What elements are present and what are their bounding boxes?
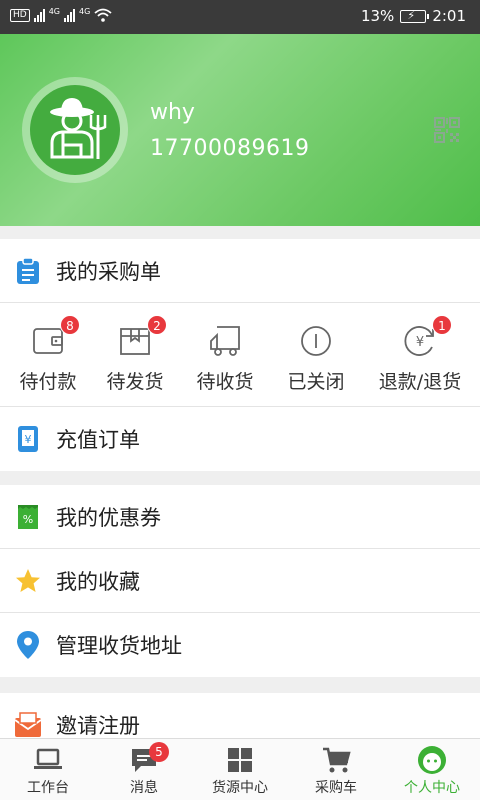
grid-icon bbox=[225, 745, 255, 775]
order-status-bar: 8 待付款 2 待发货 待收货 已关闭 ¥ 1 退款/退货 bbox=[0, 303, 480, 407]
battery-icon: ⚡ bbox=[400, 9, 430, 23]
svg-text:¥: ¥ bbox=[416, 335, 424, 350]
qr-code-icon[interactable] bbox=[433, 116, 461, 144]
order-refund[interactable]: ¥ 1 退款/退货 bbox=[372, 315, 468, 394]
order-label: 已关闭 bbox=[287, 371, 345, 393]
nav-label: 货源中心 bbox=[212, 780, 268, 796]
nav-messages[interactable]: 5 消息 bbox=[96, 742, 192, 797]
order-label: 待发货 bbox=[106, 371, 164, 393]
nav-profile[interactable]: 个人中心 bbox=[384, 745, 480, 797]
order-pending-payment[interactable]: 8 待付款 bbox=[0, 315, 96, 394]
signal-icon-2 bbox=[64, 8, 75, 22]
invite-register-row[interactable]: 邀请注册 bbox=[0, 693, 480, 738]
network-label-1: 4G bbox=[48, 6, 60, 16]
order-pending-receipt[interactable]: 待收货 bbox=[177, 323, 273, 394]
badge-pending-payment: 8 bbox=[60, 315, 80, 335]
badge-refund: 1 bbox=[432, 315, 452, 335]
status-right: 13% ⚡ 2:01 bbox=[361, 7, 466, 25]
signal-icon bbox=[33, 8, 45, 22]
svg-text:¥: ¥ bbox=[25, 433, 32, 446]
order-label: 待付款 bbox=[19, 371, 77, 393]
invite-section: 邀请注册 bbox=[0, 693, 480, 738]
nav-label: 个人中心 bbox=[404, 780, 460, 796]
order-label: 待收货 bbox=[196, 371, 254, 393]
badge-pending-shipment: 2 bbox=[147, 315, 167, 335]
recharge-phone-icon: ¥ bbox=[14, 425, 42, 453]
nav-cart[interactable]: 采购车 bbox=[288, 745, 384, 797]
order-label: 退款/退货 bbox=[378, 371, 462, 393]
coupon-icon: % bbox=[14, 503, 42, 531]
status-left: HD 4G 4G bbox=[10, 6, 112, 22]
recharge-orders-row[interactable]: ¥ 充值订单 bbox=[0, 407, 480, 471]
phone-number: 17700089619 bbox=[150, 136, 310, 161]
nav-supply-center[interactable]: 货源中心 bbox=[192, 745, 288, 797]
recharge-title: 充值订单 bbox=[56, 428, 140, 452]
laptop-icon bbox=[33, 745, 63, 775]
closed-circle-icon bbox=[298, 323, 334, 359]
my-coupons-row[interactable]: % 我的优惠券 bbox=[0, 485, 480, 549]
my-purchase-orders-row[interactable]: 我的采购单 bbox=[0, 239, 480, 303]
truck-icon bbox=[207, 323, 243, 359]
nav-label: 工作台 bbox=[27, 780, 69, 796]
favorites-title: 我的收藏 bbox=[56, 569, 140, 594]
envelope-icon bbox=[14, 711, 42, 738]
cart-icon bbox=[321, 745, 351, 775]
messages-badge: 5 bbox=[149, 742, 169, 762]
star-icon bbox=[14, 567, 42, 595]
address-title: 管理收货地址 bbox=[56, 634, 182, 658]
hd-indicator: HD bbox=[10, 8, 30, 22]
clock: 2:01 bbox=[432, 7, 466, 25]
battery-percent: 13% bbox=[360, 7, 395, 25]
bottom-nav: 工作台 5 消息 货源中心 采购车 个人中心 bbox=[0, 738, 480, 800]
svg-text:%: % bbox=[23, 513, 33, 526]
network-label-2: 4G bbox=[79, 6, 91, 16]
wifi-icon bbox=[94, 8, 112, 22]
manage-address-row[interactable]: 管理收货地址 bbox=[0, 613, 480, 677]
refund-icon: ¥ 1 bbox=[402, 315, 452, 359]
nav-label: 采购车 bbox=[315, 780, 357, 796]
purchase-section: 我的采购单 8 待付款 2 待发货 待收货 已关闭 ¥ 1 退款/退货 ¥ 充值… bbox=[0, 239, 480, 471]
package-icon: 2 bbox=[117, 315, 167, 359]
message-icon: 5 bbox=[129, 742, 169, 775]
avatar[interactable] bbox=[22, 77, 128, 183]
farmer-avatar-icon bbox=[30, 85, 120, 175]
status-bar: HD 4G 4G 13% ⚡ 2:01 bbox=[0, 0, 480, 34]
order-pending-shipment[interactable]: 2 待发货 bbox=[87, 315, 183, 394]
menu-section: % 我的优惠券 我的收藏 管理收货地址 bbox=[0, 485, 480, 677]
coupons-title: 我的优惠券 bbox=[56, 505, 161, 530]
location-pin-icon bbox=[14, 631, 42, 659]
purchase-title: 我的采购单 bbox=[56, 259, 161, 284]
my-favorites-row[interactable]: 我的收藏 bbox=[0, 549, 480, 613]
profile-face-icon bbox=[417, 745, 447, 775]
order-closed[interactable]: 已关闭 bbox=[268, 323, 364, 394]
invite-title: 邀请注册 bbox=[56, 714, 140, 738]
nav-workbench[interactable]: 工作台 bbox=[0, 745, 96, 797]
wallet-icon: 8 bbox=[30, 315, 80, 359]
nav-label: 消息 bbox=[130, 780, 158, 796]
username: why bbox=[150, 100, 195, 125]
profile-header: why 17700089619 bbox=[0, 34, 480, 226]
clipboard-icon bbox=[14, 256, 42, 285]
